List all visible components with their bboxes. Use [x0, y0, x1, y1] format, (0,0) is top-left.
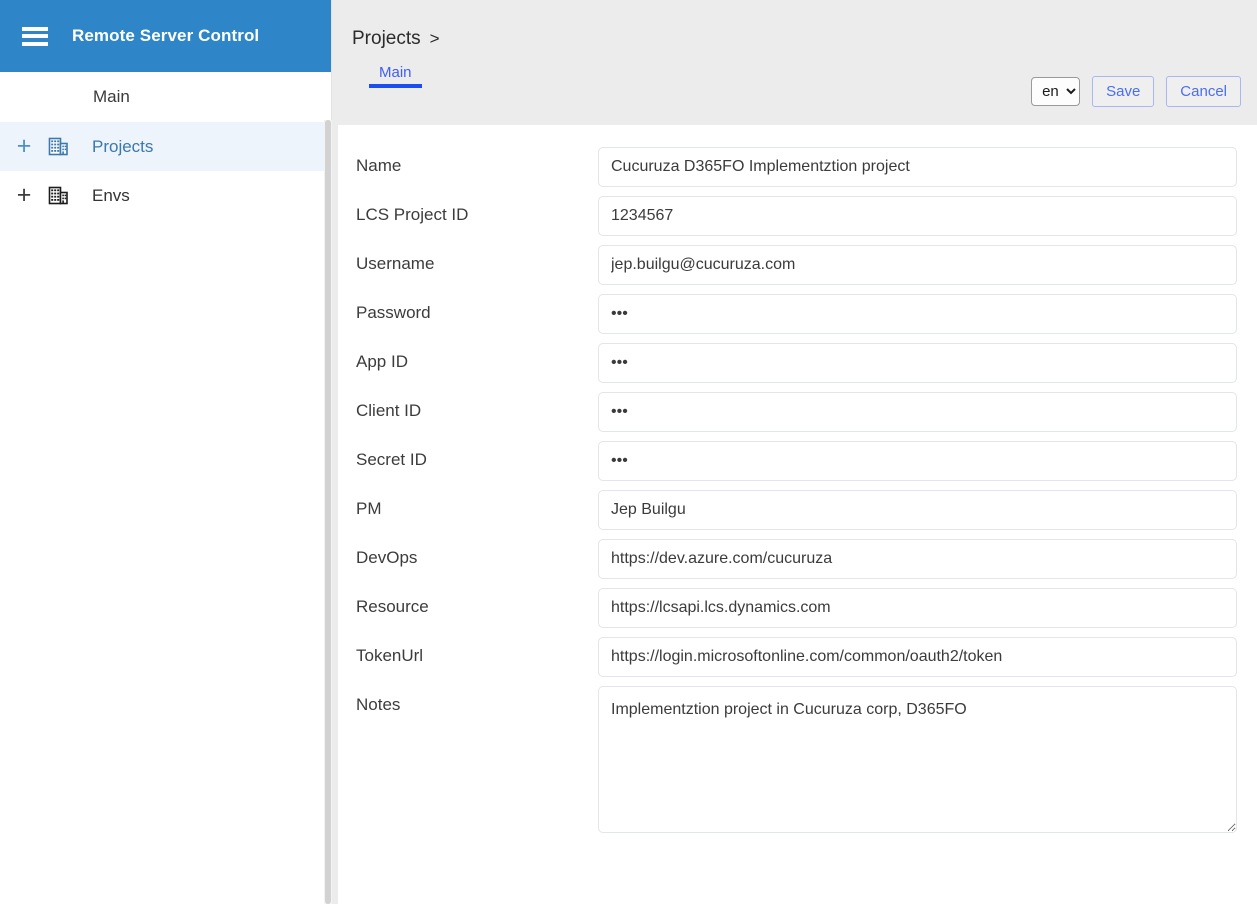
- sidebar-item-envs[interactable]: + Envs: [0, 171, 332, 220]
- sidebar-header: Remote Server Control: [0, 0, 332, 72]
- sidebar-item-projects-label: Projects: [92, 136, 154, 156]
- label-username: Username: [356, 254, 435, 273]
- control-client-id: [598, 392, 1237, 432]
- token-url-input[interactable]: [598, 637, 1237, 677]
- cancel-button[interactable]: Cancel: [1166, 76, 1241, 107]
- breadcrumb-item-projects[interactable]: Projects: [352, 28, 421, 50]
- form-row-name: Name: [356, 147, 1237, 187]
- secret-id-input[interactable]: [598, 441, 1237, 481]
- form-row-lcs-project-id: LCS Project ID: [356, 196, 1237, 236]
- control-name: [598, 147, 1237, 187]
- form-row-token-url: TokenUrl: [356, 637, 1237, 677]
- form-row-pm: PM: [356, 490, 1237, 530]
- tab-main[interactable]: Main: [369, 64, 422, 88]
- control-app-id: [598, 343, 1237, 383]
- breadcrumb-separator-icon: >: [429, 29, 440, 48]
- devops-input[interactable]: [598, 539, 1237, 579]
- topbar-actions: en Save Cancel: [1031, 76, 1241, 107]
- form-row-notes: Notes Implementztion project in Cucuruza…: [356, 686, 1237, 838]
- sidebar-scrollbar-thumb[interactable]: [325, 120, 331, 904]
- form-row-resource: Resource: [356, 588, 1237, 628]
- control-username: [598, 245, 1237, 285]
- form-row-username: Username: [356, 245, 1237, 285]
- form-row-password: Password: [356, 294, 1237, 334]
- control-token-url: [598, 637, 1237, 677]
- name-input[interactable]: [598, 147, 1237, 187]
- label-token-url: TokenUrl: [356, 646, 424, 665]
- sidebar-item-main-label: Main: [93, 87, 130, 106]
- control-resource: [598, 588, 1237, 628]
- tab-main-label: Main: [379, 64, 412, 81]
- label-lcs-project-id: LCS Project ID: [356, 205, 469, 224]
- sidebar: Remote Server Control Main + Projects + …: [0, 0, 332, 904]
- form-panel: Name LCS Project ID Username Password: [338, 125, 1257, 904]
- label-devops: DevOps: [356, 548, 418, 567]
- control-pm: [598, 490, 1237, 530]
- expand-plus-icon[interactable]: +: [0, 134, 48, 159]
- label-client-id: Client ID: [356, 401, 422, 420]
- label-resource: Resource: [356, 597, 429, 616]
- label-name: Name: [356, 156, 402, 175]
- topbar: Projects > Main en Save Cancel: [332, 0, 1257, 125]
- building-icon: [48, 136, 86, 157]
- resource-input[interactable]: [598, 588, 1237, 628]
- sidebar-item-main[interactable]: Main: [0, 72, 332, 122]
- control-devops: [598, 539, 1237, 579]
- breadcrumb: Projects >: [352, 0, 1257, 50]
- control-notes: Implementztion project in Cucuruza corp,…: [598, 686, 1237, 838]
- sidebar-item-envs-label: Envs: [92, 185, 130, 205]
- form-row-client-id: Client ID: [356, 392, 1237, 432]
- control-lcs-project-id: [598, 196, 1237, 236]
- building-icon: [48, 185, 86, 206]
- expand-plus-icon[interactable]: +: [0, 183, 48, 208]
- label-secret-id: Secret ID: [356, 450, 427, 469]
- label-password: Password: [356, 303, 431, 322]
- password-input[interactable]: [598, 294, 1237, 334]
- control-password: [598, 294, 1237, 334]
- client-id-input[interactable]: [598, 392, 1237, 432]
- label-pm: PM: [356, 499, 382, 518]
- hamburger-icon[interactable]: [22, 26, 48, 46]
- app-id-input[interactable]: [598, 343, 1237, 383]
- sidebar-scrollbar[interactable]: [324, 120, 332, 904]
- language-select[interactable]: en: [1031, 77, 1081, 106]
- username-input[interactable]: [598, 245, 1237, 285]
- save-button[interactable]: Save: [1092, 76, 1155, 107]
- form-row-devops: DevOps: [356, 539, 1237, 579]
- main-content: Projects > Main en Save Cancel Name Cucu…: [332, 0, 1257, 904]
- form-row-app-id: App ID: [356, 343, 1237, 383]
- form-row-secret-id: Secret ID: [356, 441, 1237, 481]
- label-app-id: App ID: [356, 352, 408, 371]
- app-title: Remote Server Control: [72, 26, 260, 45]
- notes-textarea[interactable]: Implementztion project in Cucuruza corp,…: [598, 686, 1237, 833]
- lcs-project-id-input[interactable]: [598, 196, 1237, 236]
- label-notes: Notes: [356, 695, 401, 714]
- sidebar-item-projects[interactable]: + Projects: [0, 122, 332, 171]
- pm-input[interactable]: [598, 490, 1237, 530]
- control-secret-id: [598, 441, 1237, 481]
- app-root: Remote Server Control Main + Projects + …: [0, 0, 1257, 904]
